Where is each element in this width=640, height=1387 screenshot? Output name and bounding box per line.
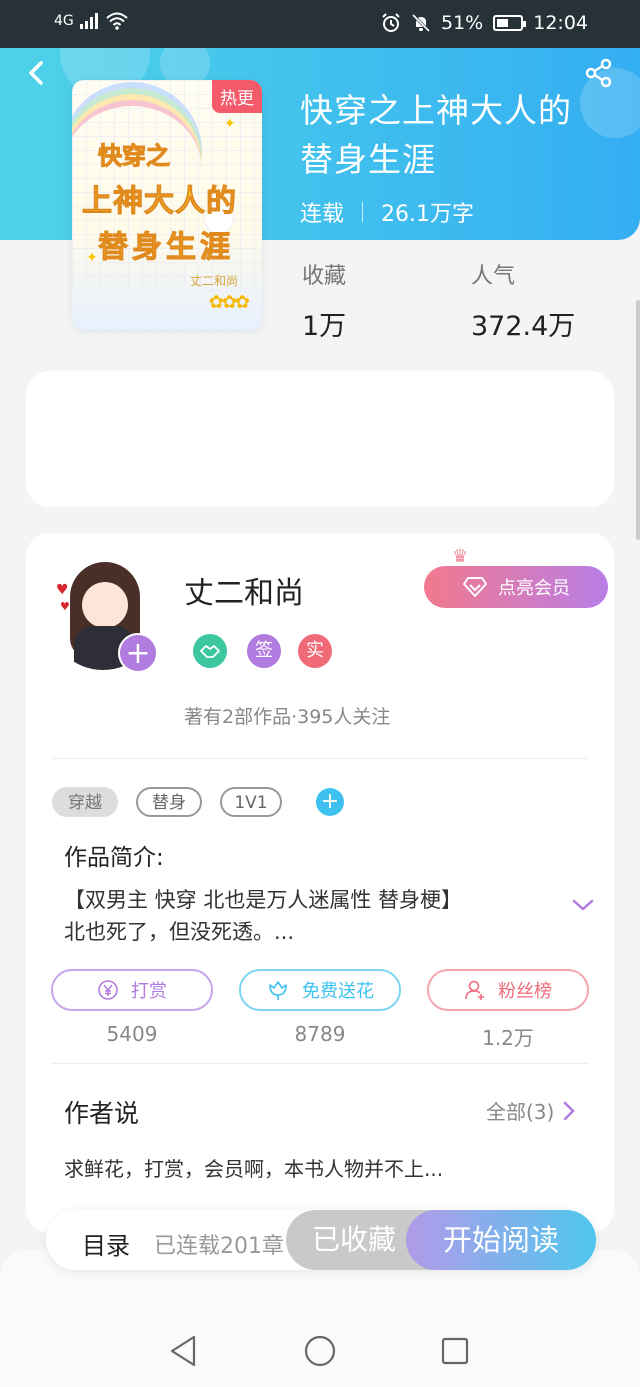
fan-count: 1.2万 xyxy=(482,1026,534,1050)
blank-card xyxy=(26,371,614,507)
send-flower-label: 免费送花 xyxy=(302,981,374,1002)
nav-home-icon[interactable] xyxy=(303,1334,337,1368)
tag-chip[interactable]: 1V1 xyxy=(220,787,282,817)
avatar-face xyxy=(82,582,128,628)
divider xyxy=(52,758,588,759)
cover-title-line3: 替身生涯 xyxy=(98,230,234,266)
intro-title: 作品简介: xyxy=(64,845,164,871)
fan-rank-label: 粉丝榜 xyxy=(498,981,552,1002)
start-reading-button[interactable]: 开始阅读 xyxy=(406,1210,596,1270)
divider xyxy=(52,1063,588,1064)
status-left: 4G xyxy=(54,12,128,30)
author-say-text[interactable]: 求鲜花，打赏，会员啊，本书人物并不上... xyxy=(64,1153,443,1182)
chevron-right-icon xyxy=(564,1101,576,1120)
star-icon: ✦ xyxy=(224,116,236,132)
book-status: 连载 xyxy=(300,202,345,227)
clock: 12:04 xyxy=(533,12,588,34)
user-icon xyxy=(465,980,484,1000)
cover-title-line2: 上神大人的 xyxy=(82,184,237,220)
verified-icon[interactable]: 实 xyxy=(298,634,332,668)
send-flower-button[interactable]: 免费送花 xyxy=(239,969,401,1011)
book-word-count: 26.1万字 xyxy=(381,202,475,227)
status-bar: 4G 51% 12:04 xyxy=(0,0,640,48)
stat-label: 收藏 xyxy=(302,264,347,289)
intro-line: 【双男主 快穿 北也是万人迷属性 替身梗】 xyxy=(64,888,463,912)
cover-author: 丈二和尚 xyxy=(189,274,238,288)
author-say-all-link[interactable]: 全部(3) xyxy=(486,1096,576,1125)
book-meta: 连载 26.1万字 xyxy=(300,196,474,228)
heart-icon: ♥ xyxy=(56,582,69,598)
author-name[interactable]: 丈二和尚 xyxy=(184,568,304,612)
intro-text[interactable]: 【双男主 快穿 北也是万人迷属性 替身梗】 北也死了，但没死透。... xyxy=(64,884,534,948)
stat-value: 372.4万 xyxy=(471,311,576,342)
flower-count: 8789 xyxy=(294,1022,346,1046)
back-icon[interactable] xyxy=(22,58,52,88)
stat-favorites: 收藏 1万 xyxy=(302,258,346,343)
author-summary: 著有2部作品·395人关注 xyxy=(184,706,391,728)
scrollbar[interactable] xyxy=(636,300,640,540)
tip-button[interactable]: 打赏 xyxy=(51,969,213,1011)
nav-recent-icon[interactable] xyxy=(440,1334,470,1368)
toc-status[interactable]: 已连载201章 xyxy=(154,1228,284,1260)
wifi-icon xyxy=(106,12,128,30)
fan-rank-button[interactable]: 粉丝榜 xyxy=(427,969,589,1011)
yen-icon xyxy=(98,980,118,1000)
chevron-down-icon[interactable] xyxy=(570,892,596,918)
cover-title-line1: 快穿之 xyxy=(98,142,171,171)
follow-plus-button[interactable]: + xyxy=(118,633,158,673)
share-icon[interactable] xyxy=(584,58,614,88)
tag-chip[interactable]: 穿越 xyxy=(52,787,118,817)
alarm-icon xyxy=(382,13,400,32)
intro-line: 北也死了，但没死透。... xyxy=(64,920,295,944)
toc-button[interactable]: 目录 xyxy=(82,1226,130,1261)
tip-count: 5409 xyxy=(106,1022,158,1046)
signed-icon[interactable]: 签 xyxy=(247,634,281,668)
stat-label: 人气 xyxy=(471,264,516,289)
nav-back-icon[interactable] xyxy=(168,1334,198,1368)
stat-popularity: 人气 372.4万 xyxy=(471,258,575,343)
flower-icon xyxy=(269,981,287,1000)
flowers-icon: ✿✿✿ xyxy=(208,292,250,313)
battery-icon xyxy=(493,15,527,31)
battery-fill xyxy=(497,19,509,27)
handshake-icon[interactable] xyxy=(193,634,227,668)
all-link-label: 全部(3) xyxy=(486,1100,555,1124)
star-icon: ✦ xyxy=(86,250,98,266)
status-right: 51% 12:04 xyxy=(381,12,588,34)
meta-divider xyxy=(362,202,364,222)
tag-chip[interactable]: 替身 xyxy=(136,787,202,817)
battery-percent: 51% xyxy=(441,12,484,34)
signal-icon xyxy=(79,13,98,29)
book-title: 快穿之上神大人的替身生涯 xyxy=(300,91,572,179)
book-cover[interactable]: 热更 快穿之 ✦ ✦ 上神大人的 替身生涯 丈二和尚 ✿✿✿ xyxy=(72,80,262,330)
network-label: 4G xyxy=(54,13,74,29)
vip-button[interactable]: 点亮会员 xyxy=(424,566,608,608)
stat-value: 1万 xyxy=(302,311,347,342)
mute-bell-icon xyxy=(411,13,431,33)
add-tag-button[interactable]: + xyxy=(316,788,344,816)
crown-icon: ♛ xyxy=(452,546,469,567)
tip-button-label: 打赏 xyxy=(131,981,167,1002)
author-say-title: 作者说 xyxy=(64,1099,140,1128)
diamond-icon xyxy=(463,577,487,597)
hot-badge: 热更 xyxy=(212,80,262,113)
vip-button-label: 点亮会员 xyxy=(498,578,570,599)
heart-icon: ♥ xyxy=(60,600,70,613)
